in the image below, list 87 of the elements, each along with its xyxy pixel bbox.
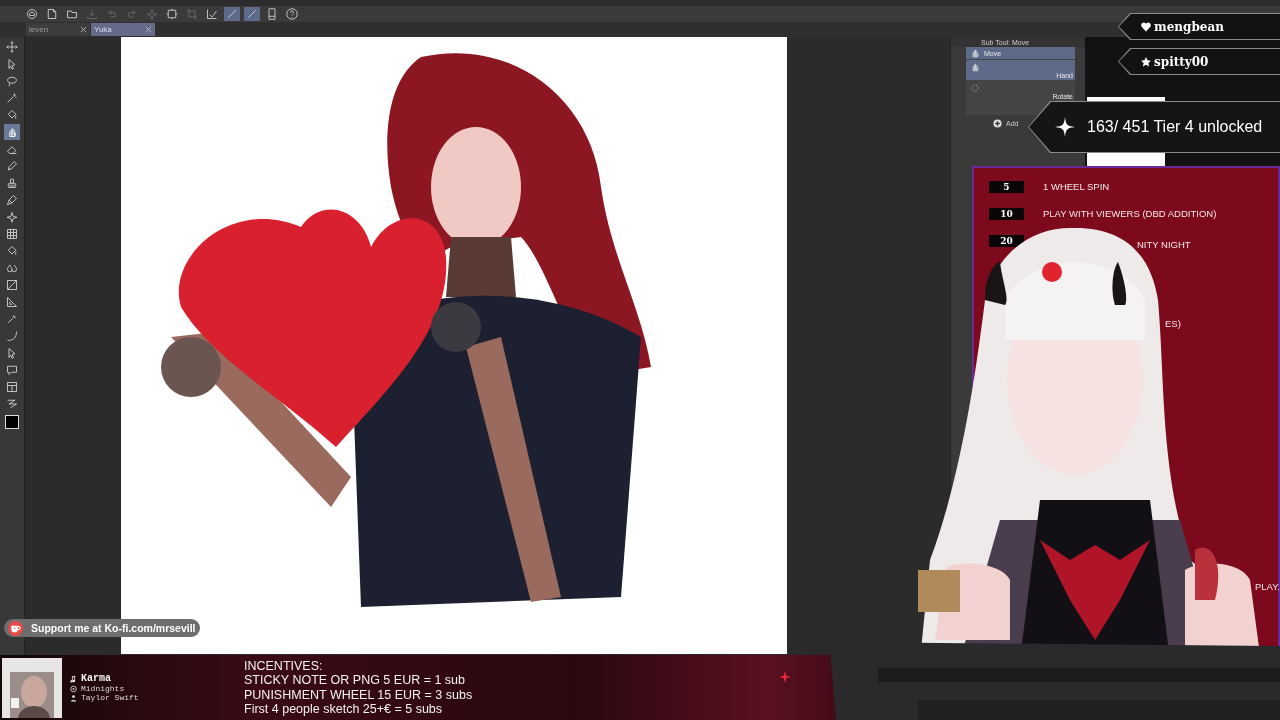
speech-balloon-icon — [6, 364, 18, 376]
tool-button[interactable] — [4, 226, 20, 242]
incentive-text: 1 WHEEL SPIN — [1043, 181, 1110, 192]
lasso-icon — [6, 75, 18, 87]
eraser-icon — [6, 143, 18, 155]
incentive-line: INCENTIVES: — [244, 658, 324, 673]
viewer-name: mengbean — [1154, 19, 1224, 34]
cursor-icon — [6, 58, 18, 70]
drops-icon — [6, 262, 18, 274]
stamp-icon — [6, 177, 18, 189]
wand-icon — [6, 92, 18, 104]
music-note-icon — [70, 674, 77, 683]
artist-name: Taylor Swift — [81, 693, 139, 702]
incentive-text: PLAY WITH VIEWERS (DBD ADDITION) — [1043, 208, 1217, 219]
toolbar-button[interactable] — [284, 7, 300, 21]
tool-button[interactable] — [4, 379, 20, 395]
toolbar-button[interactable] — [204, 7, 220, 21]
cup-icon — [8, 620, 23, 636]
gradient-icon — [6, 279, 18, 291]
star-icon — [1141, 56, 1151, 67]
tool-button[interactable] — [4, 39, 20, 55]
bucket-icon — [6, 109, 18, 121]
color-swatch[interactable] — [5, 415, 19, 429]
person-icon — [70, 693, 77, 702]
amount-tag: 10 — [989, 207, 1024, 220]
tool-button[interactable] — [4, 209, 20, 225]
close-icon[interactable] — [80, 26, 87, 33]
move-icon — [6, 41, 18, 53]
folder-icon — [66, 8, 78, 20]
cursor-icon — [6, 347, 18, 359]
amount-tag: 20 — [989, 234, 1024, 247]
frame-icon — [166, 8, 178, 20]
tool-button[interactable] — [4, 277, 20, 293]
incentive-text: ES) — [1165, 318, 1181, 329]
album-name: Midnights — [81, 684, 125, 693]
grid-icon — [6, 228, 18, 240]
tool-button[interactable] — [4, 294, 20, 310]
toolbar-button[interactable] — [24, 7, 40, 21]
incentive-line: PUNISHMENT WHEEL 15 EUR = 3 subs — [244, 687, 474, 702]
goal-text: 163/ 451 Tier 4 unlocked — [1087, 118, 1263, 136]
bucket-icon — [6, 245, 18, 257]
tool-button[interactable] — [4, 124, 20, 140]
amount-tag: 5 — [989, 180, 1024, 193]
line-icon — [226, 8, 238, 20]
redo-icon — [126, 8, 138, 20]
viewer-name: spitty00 — [1154, 54, 1209, 69]
hand-icon — [6, 126, 18, 138]
pen-icon — [6, 160, 18, 172]
help-icon — [286, 8, 298, 20]
document-tab[interactable]: Yuka — [91, 23, 155, 36]
hand-icon — [970, 62, 980, 72]
tool-button[interactable] — [4, 192, 20, 208]
checkmark-icon — [206, 8, 218, 20]
sparkle-icon — [6, 211, 18, 223]
crop-icon — [186, 8, 198, 20]
eyedropper-icon — [6, 313, 18, 325]
brush-icon — [6, 194, 18, 206]
ruler-icon — [6, 296, 18, 308]
phone-icon — [266, 8, 278, 20]
incentive-text: NITY NIGHT — [1137, 239, 1191, 250]
toolbar-button[interactable] — [64, 7, 80, 21]
download-icon — [86, 8, 98, 20]
support-banner[interactable]: Support me at Ko-fi.com/mrsevill — [4, 619, 200, 637]
incentive-text: PLAY. — [1255, 581, 1280, 592]
close-icon[interactable] — [145, 26, 152, 33]
heart-icon — [1141, 21, 1151, 32]
rotate-icon — [970, 83, 980, 93]
toolbar-button[interactable] — [244, 7, 260, 21]
line-icon — [246, 8, 258, 20]
toolbar-button[interactable] — [164, 7, 180, 21]
incentive-line: STICKY NOTE OR PNG 5 EUR = 1 sub — [244, 673, 466, 688]
disc-icon — [70, 684, 77, 693]
sparkle-icon — [146, 8, 158, 20]
track-title: Karma — [81, 673, 111, 684]
sparkle-icon — [779, 670, 791, 683]
sparkle-icon — [1055, 117, 1075, 137]
incentive-line: First 4 people sketch 25+€ = 5 subs — [244, 702, 444, 717]
toolbar-button[interactable] — [224, 7, 240, 21]
layout-icon — [6, 381, 18, 393]
hand-icon — [970, 48, 980, 58]
document-tab[interactable]: leven — [26, 23, 90, 36]
undo-icon — [106, 8, 118, 20]
new-document-icon — [46, 8, 58, 20]
zigzag-icon — [6, 398, 18, 410]
curve-icon — [6, 330, 18, 342]
plus-icon[interactable] — [993, 119, 1002, 128]
cloud-icon — [26, 8, 38, 20]
